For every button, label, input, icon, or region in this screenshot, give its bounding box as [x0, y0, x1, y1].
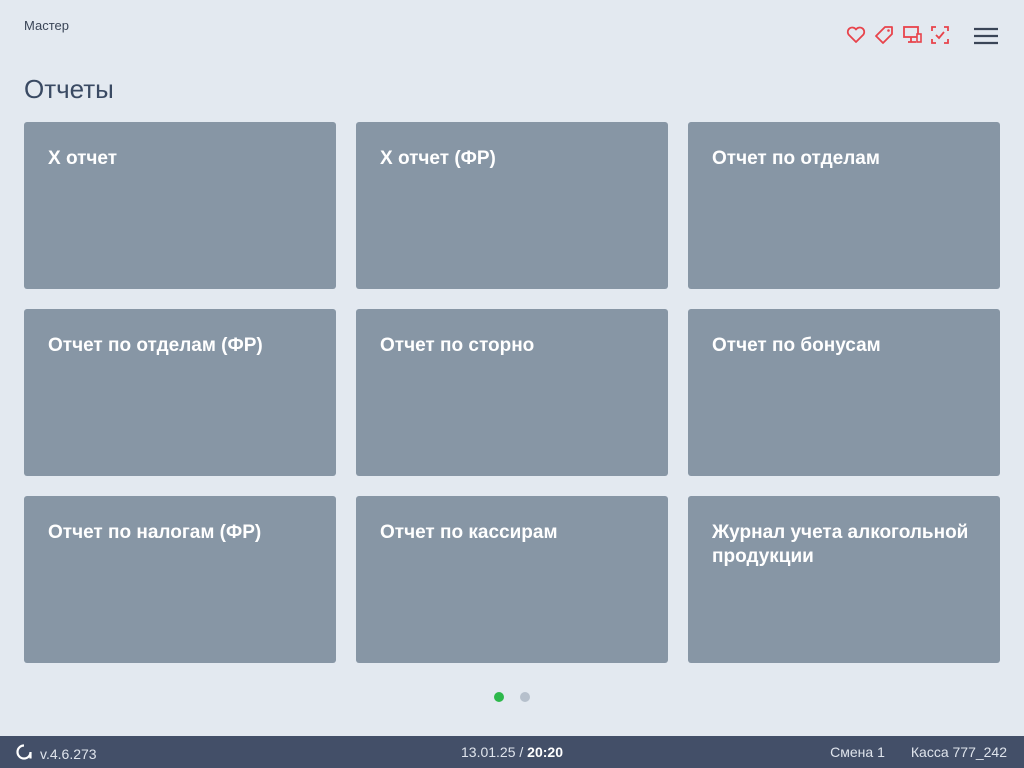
tag-icon[interactable] — [874, 24, 894, 46]
report-tile-cashiers[interactable]: Отчет по кассирам — [356, 496, 668, 663]
hamburger-menu-icon[interactable] — [972, 26, 1000, 46]
report-tile-bonuses[interactable]: Отчет по бонусам — [688, 309, 1000, 476]
current-time: 20:20 — [527, 744, 563, 760]
current-date: 13.01.25 — [461, 744, 516, 760]
status-bar: v.4.6.273 13.01.25 / 20:20 Смена 1 Касса… — [0, 736, 1024, 768]
page-dot-2[interactable] — [520, 692, 530, 702]
monitor-icon[interactable] — [902, 24, 922, 46]
scan-check-icon[interactable] — [930, 24, 950, 46]
page-title: Отчеты — [24, 74, 114, 104]
page-dot-1[interactable] — [494, 692, 504, 702]
user-role-label: Мастер — [24, 18, 69, 33]
report-tile-taxes-fr[interactable]: Отчет по налогам (ФР) — [24, 496, 336, 663]
heart-icon[interactable] — [846, 24, 866, 46]
report-tile-alcohol-journal[interactable]: Журнал учета алкогольной продукции — [688, 496, 1000, 663]
report-tile-storno[interactable]: Отчет по сторно — [356, 309, 668, 476]
date-time-separator: / — [519, 744, 524, 760]
report-tile-x-fr[interactable]: X отчет (ФР) — [356, 122, 668, 289]
shift-label: Смена 1 — [830, 744, 885, 760]
register-label: Касса 777_242 — [910, 744, 1007, 760]
report-tile-x[interactable]: X отчет — [24, 122, 336, 289]
report-tile-departments[interactable]: Отчет по отделам — [688, 122, 1000, 289]
reports-grid: X отчет X отчет (ФР) Отчет по отделам От… — [24, 122, 1000, 663]
report-tile-departments-fr[interactable]: Отчет по отделам (ФР) — [24, 309, 336, 476]
pagination — [0, 692, 1024, 702]
header-icon-bar — [846, 24, 950, 46]
